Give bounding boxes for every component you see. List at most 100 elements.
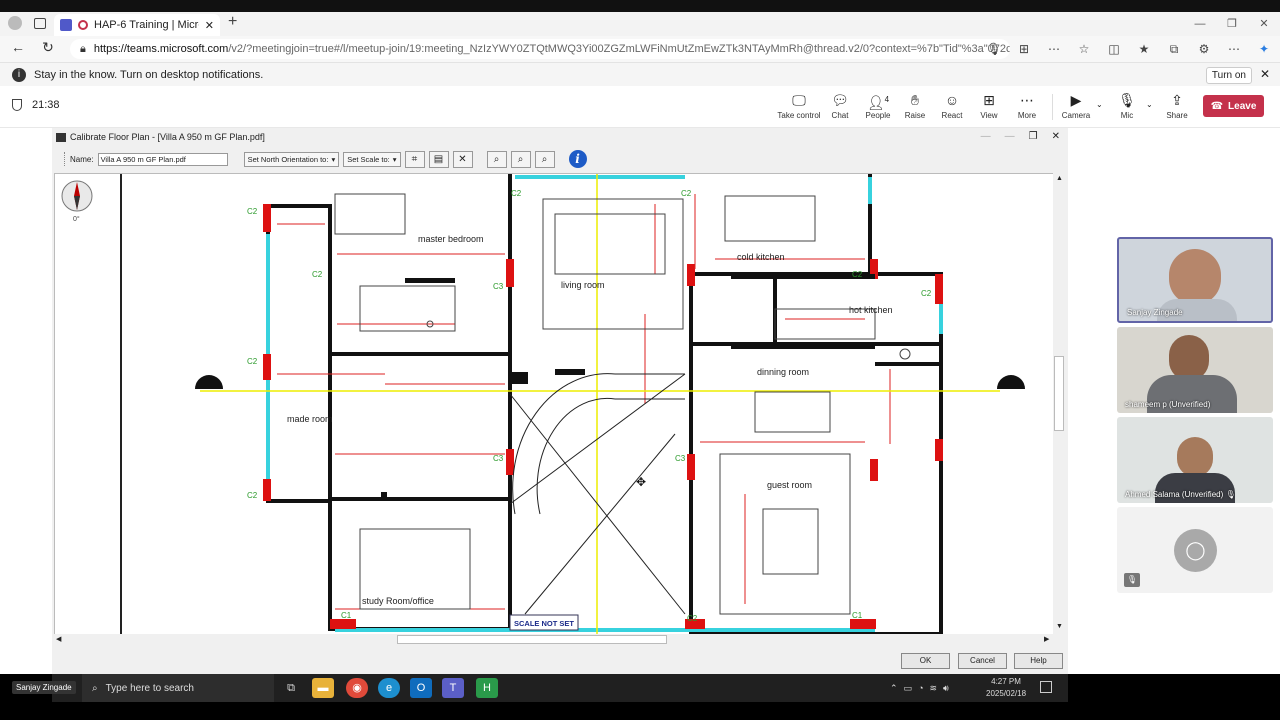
back-icon[interactable]: ← [4, 39, 32, 55]
taskbar-search[interactable]: ⌕ Type here to search [82, 674, 274, 702]
leave-button[interactable]: ☎︎ Leave [1203, 95, 1264, 117]
horizontal-scroll-thumb[interactable] [397, 635, 667, 644]
scroll-left-icon[interactable]: ◀ [56, 635, 61, 643]
notifications-icon[interactable] [1040, 681, 1052, 693]
refresh-icon[interactable]: ↻ [34, 39, 62, 56]
maximize-icon[interactable]: ❐ [1216, 12, 1248, 36]
chevron-down-icon: ▾ [392, 154, 397, 164]
participant-tile[interactable]: Ahmed Salama (Unverified) 🎙︎ [1117, 417, 1273, 503]
taskbar-clock[interactable]: 4:27 PM 2025/02/18 [986, 676, 1026, 700]
cal-minimize2-icon[interactable]: — [1005, 128, 1015, 146]
mic-chevron-down-icon[interactable]: ⌄ [1146, 100, 1153, 109]
measure-icon[interactable]: ▤ [428, 150, 449, 168]
column-tag: C2 [852, 270, 863, 279]
zoom-in-icon[interactable]: ⌕ [486, 150, 507, 168]
split-screen-icon[interactable]: ◫ [1102, 39, 1126, 59]
scroll-right-icon[interactable]: ▶ [1044, 635, 1049, 643]
dialog-button-bar: OK Cancel Help [52, 650, 1068, 674]
column-tag: C2 [247, 207, 258, 216]
cal-minimize-icon[interactable]: — [981, 128, 991, 146]
cal-restore-icon[interactable]: ❐ [1029, 128, 1038, 146]
hap-app-icon[interactable]: H [476, 678, 498, 698]
plan-name-field[interactable]: Villa A 950 m GF Plan.pdf [97, 152, 228, 166]
zoom-fit-icon[interactable]: ⌕ [534, 150, 555, 168]
tab-close-icon[interactable]: ✕ [205, 19, 214, 32]
column-tag: C3 [493, 282, 504, 291]
file-explorer-icon[interactable]: ▬ [312, 678, 334, 698]
column-tag: C2 [511, 189, 522, 198]
tab-teams[interactable]: HAP-6 Training | Microsoft Teams ✕ [54, 14, 220, 36]
url-host: https://teams.microsoft.com [93, 43, 229, 55]
camera-chevron-down-icon[interactable]: ⌄ [1096, 100, 1103, 109]
copilot-icon[interactable]: ✦ [1252, 39, 1276, 59]
compass-icon[interactable] [61, 180, 93, 212]
url-field[interactable]: 🔒︎ https://teams.microsoft.com/v2/?meeti… [70, 39, 1010, 59]
edge-icon[interactable]: e [378, 678, 400, 698]
column-tag: C2 [312, 270, 323, 279]
tab-title: HAP-6 Training | Microsoft Teams [94, 19, 199, 31]
shield-icon [12, 99, 22, 111]
info-icon[interactable]: i [568, 150, 587, 168]
window-close-icon[interactable]: ✕ [1248, 12, 1280, 36]
collections-icon[interactable]: ⧉ [1162, 39, 1186, 59]
notification-close-icon[interactable]: ✕ [1260, 67, 1270, 81]
toolbar-grip [64, 152, 66, 166]
turn-on-button[interactable]: Turn on [1205, 67, 1252, 84]
vertical-scrollbar[interactable]: ▲ ▼ [1053, 173, 1066, 636]
delete-icon[interactable]: ✕ [452, 150, 473, 168]
mic-permission-icon[interactable]: 🎙︎ [982, 39, 1006, 59]
teams-favicon-icon [60, 19, 72, 31]
new-tab-icon[interactable]: + [228, 13, 237, 31]
screen-top-bar [0, 0, 1280, 12]
notification-bar: i Stay in the know. Turn on desktop noti… [0, 62, 1280, 86]
tab-actions-icon[interactable] [34, 18, 46, 29]
compass-angle: 0° [73, 215, 80, 223]
help-button[interactable]: Help [1014, 653, 1063, 669]
browser-tab-strip: HAP-6 Training | Microsoft Teams ✕ + — ❐… [0, 12, 1280, 36]
app-available-icon[interactable]: ⊞ [1012, 39, 1036, 59]
reader-icon[interactable]: ⋯ [1042, 39, 1066, 59]
menu-icon[interactable]: ⋯ [1222, 39, 1246, 59]
crop-icon[interactable]: ⌗ [404, 150, 425, 168]
horizontal-scrollbar[interactable]: ◀ ▶ [54, 634, 1060, 646]
chevron-up-icon[interactable]: ⌃ [890, 683, 898, 694]
battery-icon[interactable]: ▭ [904, 683, 913, 694]
zoom-out-icon[interactable]: ⌕ [510, 150, 531, 168]
minimize-icon[interactable]: — [1184, 12, 1216, 36]
monitor-icon: 🖵︎ [792, 92, 806, 108]
participant-tile[interactable]: shameem p (Unverified) [1117, 327, 1273, 413]
teams-icon[interactable]: T [442, 678, 464, 698]
task-view-icon[interactable]: ⧉ [280, 678, 302, 698]
scroll-down-icon[interactable]: ▼ [1056, 623, 1063, 630]
participant-tile[interactable]: Sanjay Zingade [1117, 237, 1273, 323]
scale-select[interactable]: Set Scale to: ▾ [343, 151, 401, 167]
column-tag: C2 [687, 614, 698, 623]
scale-status: SCALE NOT SET [514, 619, 574, 628]
share-button[interactable]: ⇪ Share [1155, 92, 1199, 120]
camera-button[interactable]: ▶︎ Camera [1054, 92, 1098, 120]
more-button[interactable]: ⋯ More [1005, 92, 1049, 120]
profile-icon[interactable] [8, 16, 22, 30]
vertical-scroll-thumb[interactable] [1054, 356, 1064, 431]
favorite-star-icon[interactable]: ☆ [1072, 39, 1096, 59]
scroll-up-icon[interactable]: ▲ [1056, 175, 1063, 182]
chrome-icon[interactable]: ◉ [346, 678, 368, 698]
outlook-icon[interactable]: O [410, 678, 432, 698]
favorites-icon[interactable]: ★ [1132, 39, 1156, 59]
people-count: 4 [884, 95, 890, 104]
wifi-icon[interactable]: ≋ [930, 683, 938, 694]
volume-icon[interactable]: 🔊︎ [943, 683, 949, 694]
cal-close-icon[interactable]: ✕ [1052, 128, 1060, 146]
network-icon[interactable]: ◔ [918, 683, 923, 693]
take-control-button[interactable]: 🖵︎ Take control [777, 92, 821, 120]
search-placeholder: Type here to search [105, 682, 194, 694]
north-orientation-select[interactable]: Set North Orientation to: ▾ [243, 151, 340, 167]
more-icon: ⋯ [1020, 92, 1034, 108]
floor-plan-canvas[interactable]: 0° master bedroom living room cold kitch… [54, 173, 1060, 636]
participant-tile[interactable]: ◯ 🎙︎ [1117, 507, 1273, 593]
mic-button[interactable]: 🎙︎ Mic [1105, 92, 1149, 120]
cancel-button[interactable]: Cancel [958, 653, 1007, 669]
ok-button[interactable]: OK [901, 653, 950, 669]
extensions-icon[interactable]: ⚙ [1192, 39, 1216, 59]
app-icon [56, 132, 66, 142]
